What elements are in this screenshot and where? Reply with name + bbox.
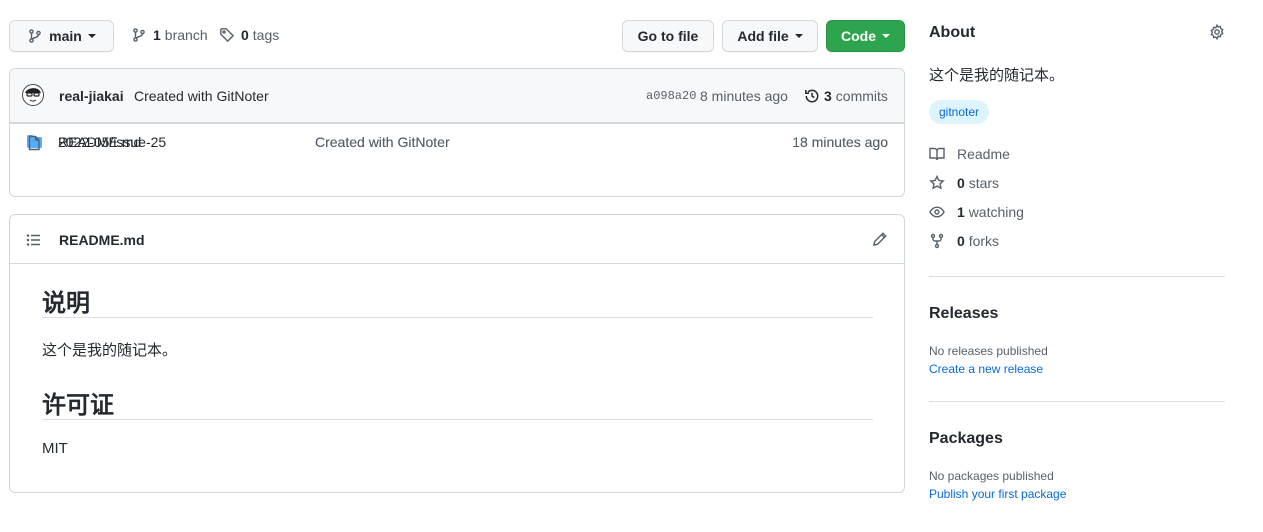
heading-divider	[42, 419, 873, 420]
topics: gitnoter	[929, 100, 990, 124]
packages-heading[interactable]: Packages	[929, 430, 1003, 448]
file-age: 13 minutes ago	[792, 134, 888, 150]
readme-filename[interactable]: README.md	[59, 232, 145, 248]
watching-count: 1	[957, 204, 965, 220]
stars-word: stars	[968, 175, 1000, 191]
branch-selector-button[interactable]: main	[9, 20, 114, 52]
sidebar-divider	[929, 401, 1225, 402]
stars-link[interactable]: 0 stars	[929, 175, 999, 191]
commit-count: 3	[824, 88, 832, 104]
commit-count-word: commits	[835, 88, 888, 104]
readme-header: README.md	[10, 215, 904, 264]
readme-label: Readme	[957, 146, 1010, 162]
packages-empty-text: No packages published	[929, 469, 1054, 483]
history-icon	[804, 88, 820, 104]
avatar[interactable]	[22, 84, 44, 106]
readme-heading-2: 许可证	[42, 392, 114, 419]
star-icon	[929, 175, 945, 191]
book-icon	[929, 146, 945, 162]
commits-link[interactable]: 3 commits	[804, 88, 888, 104]
tag-word: tags	[252, 27, 280, 43]
file-browser: real-jiakai Created with GitNoter a098a2…	[9, 68, 905, 197]
list-icon[interactable]	[26, 232, 42, 248]
go-to-file-button[interactable]: Go to file	[622, 20, 714, 52]
chevron-down-icon	[794, 34, 803, 38]
readme-paragraph-2: MIT	[42, 440, 68, 457]
code-label: Code	[841, 28, 876, 44]
stars-count: 0	[957, 175, 965, 191]
tag-count: 0	[241, 27, 249, 43]
releases-heading[interactable]: Releases	[929, 305, 998, 323]
branch-name: main	[49, 28, 82, 44]
commit-author[interactable]: real-jiakai	[59, 88, 124, 104]
forks-count: 0	[957, 233, 965, 249]
commit-sha[interactable]: a098a20	[646, 89, 696, 103]
add-file-label: Add file	[737, 28, 789, 44]
publish-package-link[interactable]: Publish your first package	[929, 487, 1066, 501]
file-name[interactable]: README.md	[58, 134, 141, 150]
forks-word: forks	[968, 233, 1000, 249]
file-commit-message[interactable]: Created with GitNoter	[315, 134, 450, 150]
branch-word: branch	[164, 27, 208, 43]
commit-time: 8 minutes ago	[700, 88, 788, 104]
code-button[interactable]: Code	[826, 20, 905, 52]
tag-icon	[219, 27, 235, 43]
branch-icon	[131, 27, 147, 43]
readme-panel: README.md 说明 这个是我的随记本。 许可证 MIT	[9, 214, 905, 493]
branch-icon	[27, 28, 43, 44]
chevron-down-icon	[882, 34, 890, 38]
file-row[interactable]: README.md Created with GitNoter 13 minut…	[10, 123, 904, 160]
watching-link[interactable]: 1 watching	[929, 204, 1024, 220]
chevron-down-icon	[87, 34, 96, 38]
readme-paragraph-1: 这个是我的随记本。	[42, 342, 178, 359]
commit-message[interactable]: Created with GitNoter	[134, 88, 269, 104]
eye-icon	[929, 204, 945, 220]
readme-link[interactable]: Readme	[929, 146, 1010, 162]
readme-heading-1: 说明	[42, 290, 90, 317]
latest-commit-bar: real-jiakai Created with GitNoter a098a2…	[10, 69, 904, 123]
file-icon	[26, 135, 42, 151]
go-to-file-label: Go to file	[637, 28, 699, 44]
repo-description: 这个是我的随记本。	[929, 67, 1065, 84]
heading-divider	[42, 317, 873, 318]
add-file-button[interactable]: Add file	[722, 20, 818, 52]
gear-icon[interactable]	[1209, 24, 1225, 40]
forks-link[interactable]: 0 forks	[929, 233, 999, 249]
releases-empty-text: No releases published	[929, 344, 1048, 358]
branch-count: 1	[153, 27, 161, 43]
topic-tag[interactable]: gitnoter	[929, 100, 990, 124]
branches-link[interactable]: 1 branch	[131, 27, 208, 43]
create-release-link[interactable]: Create a new release	[929, 362, 1043, 376]
tags-link[interactable]: 0 tags	[219, 27, 279, 43]
about-heading: About	[929, 24, 976, 41]
sidebar-divider	[929, 276, 1225, 277]
fork-icon	[929, 233, 945, 249]
pencil-icon[interactable]	[872, 231, 888, 247]
watching-word: watching	[968, 204, 1024, 220]
